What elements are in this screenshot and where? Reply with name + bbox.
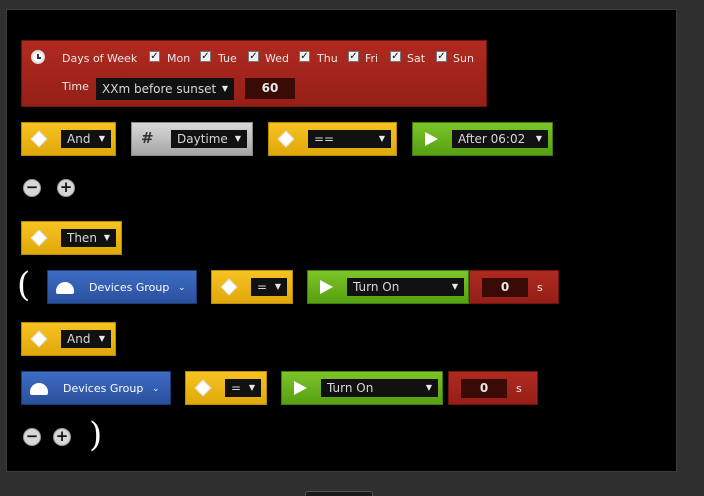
delay-unit-label-2: s — [516, 382, 522, 395]
day-label-wed: Wed — [265, 52, 289, 65]
action-block-2: Turn On ▼ — [281, 371, 443, 405]
variable-select[interactable]: Daytime ▼ — [171, 130, 247, 148]
schedule-block: Days of Week ✓ Mon ✓ Tue ✓ Wed ✓ Thu ✓ F… — [21, 40, 487, 107]
action-comparison-select-2[interactable]: = ▼ — [225, 379, 261, 397]
add-action-button[interactable]: + — [53, 428, 71, 446]
diamond-icon — [194, 379, 212, 397]
device-icon — [30, 383, 48, 395]
action-block: Turn On ▼ — [307, 270, 469, 304]
comparison-value: == — [314, 132, 335, 146]
value-value: After 06:02 — [458, 132, 526, 146]
open-paren: ( — [17, 265, 31, 305]
action-value-2: Turn On — [327, 381, 374, 395]
clock-icon[interactable] — [31, 50, 45, 64]
device-icon — [56, 282, 74, 294]
time-select[interactable]: XXm before sunset ▼ — [96, 78, 234, 100]
chevron-down-icon: ▼ — [535, 134, 542, 143]
chevron-down-icon: ▼ — [234, 134, 241, 143]
checkbox-wed[interactable]: ✓ — [248, 51, 259, 62]
day-label-fri: Fri — [365, 52, 379, 65]
comparison-block: == ▼ — [268, 122, 397, 156]
play-icon — [425, 132, 438, 146]
day-label-sun: Sun — [453, 52, 474, 65]
action-comparison-value-2: = — [231, 381, 242, 395]
action-comparison-block: = ▼ — [211, 270, 293, 304]
device-label: Devices Group — [89, 281, 170, 294]
chevron-down-icon: ▼ — [274, 282, 281, 291]
chevron-down-icon: ▼ — [425, 383, 432, 392]
diamond-icon — [30, 229, 48, 247]
day-label-thu: Thu — [317, 52, 338, 65]
operator-value: And — [67, 132, 91, 146]
chevron-down-icon: ▼ — [221, 84, 228, 93]
checkbox-sun[interactable]: ✓ — [436, 51, 447, 62]
chevron-down-icon: ▼ — [248, 383, 255, 392]
chevron-down-icon: ▼ — [451, 282, 458, 291]
delay-value-field-2[interactable]: 0 — [461, 379, 507, 398]
chevron-down-icon: ▼ — [378, 134, 385, 143]
checkbox-thu[interactable]: ✓ — [299, 51, 310, 62]
play-icon — [320, 280, 333, 294]
diamond-icon — [30, 330, 48, 348]
then-value: Then — [67, 231, 97, 245]
variable-value: Daytime — [177, 132, 228, 146]
diamond-icon — [277, 130, 295, 148]
action-select[interactable]: Turn On ▼ — [347, 278, 464, 296]
chevron-down-icon: ▼ — [98, 334, 105, 343]
rule-editor-panel: Days of Week ✓ Mon ✓ Tue ✓ Wed ✓ Thu ✓ F… — [6, 9, 677, 472]
day-label-mon: Mon — [167, 52, 191, 65]
time-label: Time — [62, 80, 89, 93]
action-value: Turn On — [353, 280, 400, 294]
action-comparison-block-2: = ▼ — [185, 371, 267, 405]
diamond-icon — [30, 130, 48, 148]
delay-value-field[interactable]: 0 — [482, 278, 528, 297]
device-block[interactable]: Devices Group ⌄ — [47, 270, 197, 304]
operator-block: And ▼ — [21, 122, 116, 156]
hash-icon: # — [141, 129, 154, 147]
days-of-week-label: Days of Week — [62, 52, 138, 65]
action-comparison-value: = — [257, 280, 268, 294]
remove-action-button[interactable]: − — [23, 428, 41, 446]
chevron-down-icon: ⌄ — [178, 283, 186, 293]
and-select[interactable]: And ▼ — [61, 330, 111, 348]
diamond-icon — [220, 278, 238, 296]
then-block: Then ▼ — [21, 221, 122, 255]
value-select[interactable]: After 06:02 ▼ — [452, 130, 548, 148]
delay-block-2: 0 s — [448, 371, 538, 405]
checkbox-fri[interactable]: ✓ — [348, 51, 359, 62]
day-label-tue: Tue — [218, 52, 237, 65]
checkbox-sat[interactable]: ✓ — [390, 51, 401, 62]
comparison-select[interactable]: == ▼ — [308, 130, 391, 148]
variable-block: # Daytime ▼ — [131, 122, 253, 156]
add-condition-button[interactable]: + — [57, 179, 75, 197]
action-comparison-select[interactable]: = ▼ — [251, 278, 287, 296]
remove-condition-button[interactable]: − — [23, 179, 41, 197]
then-select[interactable]: Then ▼ — [61, 229, 116, 247]
and-value: And — [67, 332, 91, 346]
time-select-value: XXm before sunset — [102, 82, 217, 96]
play-icon — [294, 381, 307, 395]
value-block: After 06:02 ▼ — [412, 122, 553, 156]
close-paren: ) — [89, 415, 103, 455]
delay-unit-label: s — [537, 281, 543, 294]
chevron-down-icon: ▼ — [103, 233, 110, 242]
bottom-tab-edge — [305, 491, 373, 496]
device-block-2[interactable]: Devices Group ⌄ — [21, 371, 171, 405]
delay-block: 0 s — [469, 270, 559, 304]
operator-select[interactable]: And ▼ — [61, 130, 111, 148]
checkbox-tue[interactable]: ✓ — [200, 51, 211, 62]
checkbox-mon[interactable]: ✓ — [149, 51, 160, 62]
chevron-down-icon: ⌄ — [152, 384, 160, 394]
and-block: And ▼ — [21, 322, 116, 356]
device-label-2: Devices Group — [63, 382, 144, 395]
action-select-2[interactable]: Turn On ▼ — [321, 379, 438, 397]
time-value-field[interactable]: 60 — [245, 78, 295, 99]
chevron-down-icon: ▼ — [98, 134, 105, 143]
day-label-sat: Sat — [407, 52, 426, 65]
stage: Days of Week ✓ Mon ✓ Tue ✓ Wed ✓ Thu ✓ F… — [0, 0, 704, 496]
